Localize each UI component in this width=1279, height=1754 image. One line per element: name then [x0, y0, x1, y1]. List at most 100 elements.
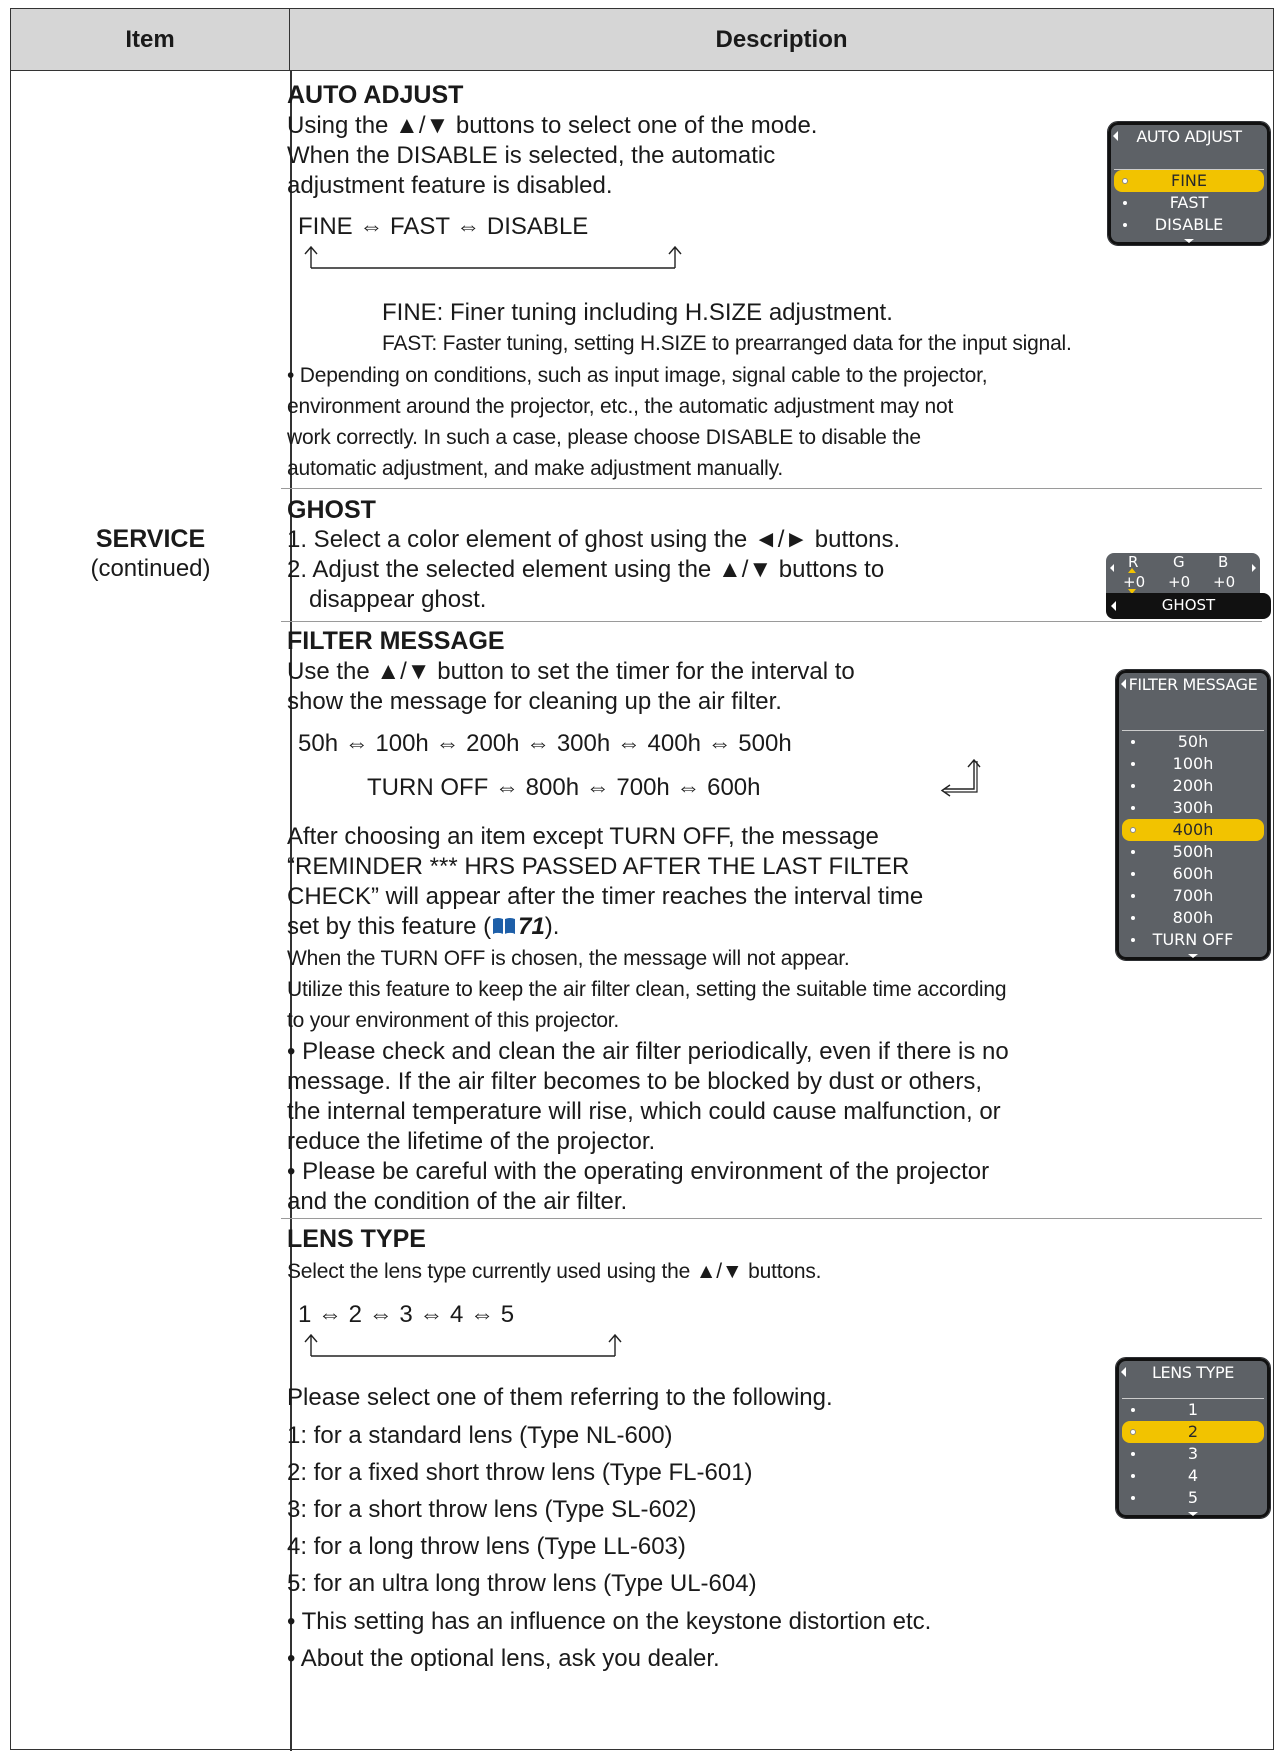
ghost-label-b: B — [1218, 553, 1229, 571]
ghost-menu-title: GHOST — [1161, 596, 1216, 614]
radio-selected-icon — [1130, 1429, 1136, 1435]
filter-para4-end: ). — [544, 913, 560, 940]
scroll-down-icon — [1188, 954, 1198, 958]
auto-adjust-cycle: FINE ⇔ FAST ⇔ DISABLE — [298, 213, 589, 240]
auto-adjust-note1: • Depending on conditions, such as input… — [287, 364, 988, 387]
filter-option-700h[interactable]: 700h — [1122, 885, 1264, 907]
enter-return-arrow — [940, 758, 981, 797]
ghost-value-b[interactable]: +0 — [1213, 573, 1235, 591]
filter-cycle1: 50h ⇔ 100h ⇔ 200h ⇔ 300h ⇔ 400h ⇔ 500h — [298, 730, 792, 757]
filter-bullet5: • Please be careful with the operating e… — [287, 1158, 990, 1185]
filter-para1: After choosing an item except TURN OFF, … — [287, 823, 879, 850]
table-header: Item Description — [11, 9, 1273, 71]
auto-adjust-option-fast[interactable]: FAST — [1114, 192, 1264, 214]
bullet-icon — [1131, 894, 1135, 898]
filter-para4-text: set by this feature ( — [287, 913, 492, 940]
filter-option-50h[interactable]: 50h — [1122, 731, 1264, 753]
auto-adjust-fine: FINE: Finer tuning including H.SIZE adju… — [382, 299, 893, 326]
bullet-icon — [1131, 806, 1135, 810]
filter-option-200h[interactable]: 200h — [1122, 775, 1264, 797]
auto-adjust-menu[interactable]: AUTO ADJUST FINE FAST DISABLE — [1107, 121, 1271, 246]
ghost-title: GHOST — [287, 496, 376, 524]
filter-option-turn-off[interactable]: TURN OFF — [1122, 929, 1264, 951]
lens-option-4[interactable]: 4 — [1122, 1465, 1264, 1487]
ghost-menu[interactable]: R G B +0 +0 +0 GHOST — [1106, 553, 1271, 619]
filter-title: FILTER MESSAGE — [287, 627, 505, 655]
auto-adjust-title: AUTO ADJUST — [287, 81, 464, 109]
lens-option-5[interactable]: 5 — [1122, 1487, 1264, 1509]
filter-option-100h[interactable]: 100h — [1122, 753, 1264, 775]
filter-option-500h[interactable]: 500h — [1122, 841, 1264, 863]
bullet-icon — [1123, 201, 1127, 205]
bullet-icon — [1131, 740, 1135, 744]
auto-adjust-line3: adjustment feature is disabled. — [287, 172, 613, 199]
bullet-icon — [1131, 784, 1135, 788]
lens-line1: Select the lens type currently used usin… — [287, 1260, 822, 1283]
auto-adjust-line1: Using the ▲/▼ buttons to select one of t… — [287, 112, 818, 139]
filter-bullet3: the internal temperature will rise, whic… — [287, 1098, 1001, 1125]
filter-bullet4: reduce the lifetime of the projector. — [287, 1128, 656, 1155]
radio-selected-icon — [1122, 178, 1128, 184]
auto-adjust-line2: When the DISABLE is selected, the automa… — [287, 142, 776, 169]
lens-menu-title: LENS TYPE — [1152, 1363, 1234, 1382]
lens-option-1[interactable]: 1 — [1122, 1399, 1264, 1421]
ghost-line1: 1. Select a color element of ghost using… — [287, 526, 901, 553]
header-description: Description — [715, 26, 848, 53]
lens-option1: 1: for a standard lens (Type NL-600) — [287, 1422, 673, 1449]
auto-adjust-menu-title: AUTO ADJUST — [1136, 127, 1242, 146]
divider — [281, 1218, 1262, 1219]
filter-line2: show the message for cleaning up the air… — [287, 688, 782, 715]
item-cell: SERVICE (continued) — [11, 524, 290, 584]
divider — [281, 621, 1262, 622]
lens-option4: 4: for a long throw lens (Type LL-603) — [287, 1533, 686, 1560]
filter-para2: “REMINDER *** HRS PASSED AFTER THE LAST … — [287, 853, 910, 880]
filter-bullet2: message. If the air filter becomes to be… — [287, 1068, 983, 1095]
auto-adjust-option-fine[interactable]: FINE — [1114, 170, 1264, 192]
filter-para4: set by this feature ( 71). — [287, 912, 559, 942]
bullet-icon — [1131, 1474, 1135, 1478]
ghost-label-g: G — [1173, 553, 1185, 571]
ghost-value-g[interactable]: +0 — [1168, 573, 1190, 591]
bullet-icon — [1131, 1452, 1135, 1456]
bullet-icon — [1131, 872, 1135, 876]
right-arrow-icon — [1252, 564, 1256, 572]
lens-option5: 5: for an ultra long throw lens (Type UL… — [287, 1570, 757, 1597]
page-ref-link[interactable]: 71 — [518, 913, 545, 940]
lens-menu-list: 1 2 3 4 5 — [1122, 1398, 1264, 1509]
lens-para1: Please select one of them referring to t… — [287, 1384, 833, 1411]
left-arrow-icon — [1110, 564, 1114, 572]
ghost-line3: disappear ghost. — [309, 586, 487, 613]
filter-message-menu[interactable]: FILTER MESSAGE 50h 100h 200h 300h 400h 5… — [1115, 669, 1271, 961]
filter-bullet1: • Please check and clean the air filter … — [287, 1038, 1009, 1065]
bullet-icon — [1131, 916, 1135, 920]
auto-adjust-note3: work correctly. In such a case, please c… — [287, 426, 921, 449]
lens-bullet2: • About the optional lens, ask you deale… — [287, 1645, 720, 1672]
header-item: Item — [11, 9, 290, 71]
lens-option-2[interactable]: 2 — [1122, 1421, 1264, 1443]
radio-selected-icon — [1130, 827, 1136, 833]
divider — [281, 488, 1262, 489]
filter-option-800h[interactable]: 800h — [1122, 907, 1264, 929]
filter-option-300h[interactable]: 300h — [1122, 797, 1264, 819]
filter-menu-list: 50h 100h 200h 300h 400h 500h 600h 700h 8… — [1122, 730, 1264, 951]
filter-para7: to your environment of this projector. — [287, 1009, 620, 1032]
filter-option-400h[interactable]: 400h — [1122, 819, 1264, 841]
bullet-icon — [1131, 762, 1135, 766]
auto-adjust-option-disable[interactable]: DISABLE — [1114, 214, 1264, 236]
cycle-return-arrow — [304, 245, 682, 269]
cycle-return-arrow — [304, 1333, 622, 1357]
lens-type-menu[interactable]: LENS TYPE 1 2 3 4 5 — [1115, 1357, 1271, 1519]
filter-para5: When the TURN OFF is chosen, the message… — [287, 947, 850, 970]
bullet-icon — [1131, 1408, 1135, 1412]
filter-para3: CHECK” will appear after the timer reach… — [287, 883, 924, 910]
ghost-line2: 2. Adjust the selected element using the… — [287, 556, 885, 583]
filter-option-600h[interactable]: 600h — [1122, 863, 1264, 885]
bullet-icon — [1123, 223, 1127, 227]
scroll-down-icon — [1188, 1512, 1198, 1516]
book-icon — [493, 918, 516, 935]
auto-adjust-menu-list: FINE FAST DISABLE — [1114, 169, 1264, 236]
lens-option3: 3: for a short throw lens (Type SL-602) — [287, 1496, 697, 1523]
up-arrow-icon — [1128, 568, 1136, 573]
bullet-icon — [1131, 850, 1135, 854]
lens-option-3[interactable]: 3 — [1122, 1443, 1264, 1465]
